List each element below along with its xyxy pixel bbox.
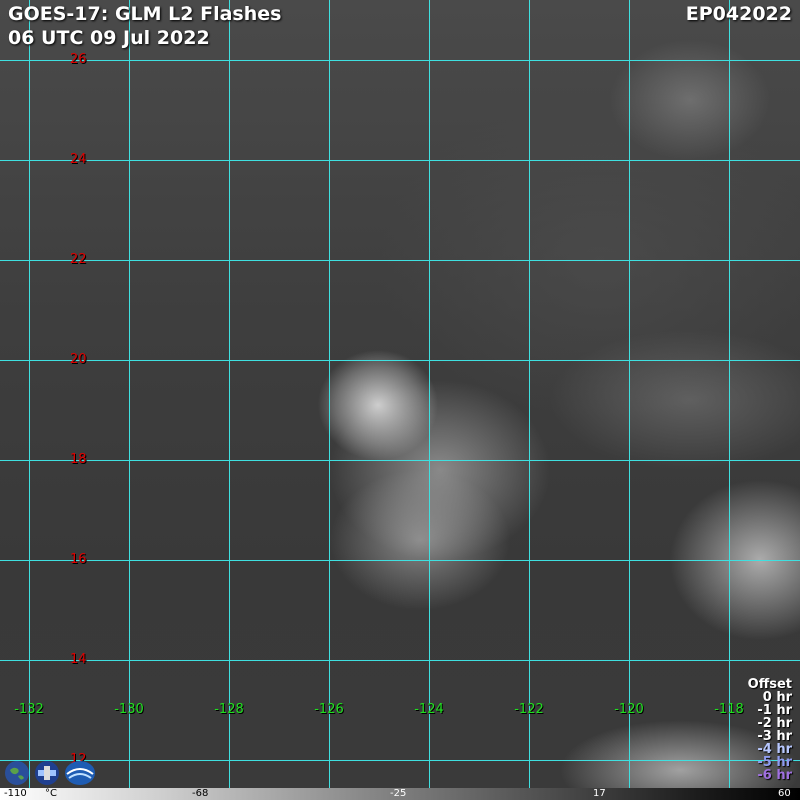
- latitude-gridline: [0, 160, 800, 161]
- agency-logo: [65, 761, 95, 785]
- lat-label: 20: [70, 352, 87, 367]
- longitude-gridline: [129, 0, 130, 800]
- longitude-gridline: [729, 0, 730, 800]
- colorbar-tick: 60: [778, 788, 791, 799]
- latitude-gridline: [0, 560, 800, 561]
- latitude-gridline: [0, 260, 800, 261]
- satellite-image: 26 24 22 20 18 16 14 12 -132 -130 -128 -…: [0, 0, 800, 800]
- lat-label: 16: [70, 552, 87, 567]
- longitude-gridline: [29, 0, 30, 800]
- earth-logo: [5, 761, 29, 785]
- longitude-gridline: [629, 0, 630, 800]
- lat-label: 26: [70, 52, 87, 67]
- lat-label: 24: [70, 152, 87, 167]
- lon-label: -126: [314, 702, 344, 717]
- temperature-colorbar: -110 °C -68 -25 17 60: [0, 788, 800, 800]
- lon-label: -132: [14, 702, 44, 717]
- colorbar-tick: 17: [593, 788, 606, 799]
- latitude-gridline: [0, 60, 800, 61]
- longitude-gridline: [429, 0, 430, 800]
- latitude-gridline: [0, 760, 800, 761]
- product-name: GOES-17: GLM L2 Flashes: [8, 3, 282, 25]
- longitude-gridline: [229, 0, 230, 800]
- offset-legend: Offset 0 hr -1 hr -2 hr -3 hr -4 hr -5 h…: [748, 678, 792, 782]
- colorbar-tick: -110: [4, 788, 27, 799]
- lon-label: -122: [514, 702, 544, 717]
- lat-label: 14: [70, 652, 87, 667]
- valid-time: 06 UTC 09 Jul 2022: [8, 27, 210, 49]
- lon-label: -120: [614, 702, 644, 717]
- satellite-logo: [35, 761, 59, 785]
- latitude-gridline: [0, 460, 800, 461]
- longitude-gridline: [329, 0, 330, 800]
- offset-item: -6 hr: [757, 768, 792, 783]
- colorbar-tick: -68: [192, 788, 209, 799]
- product-title: GOES-17: GLM L2 Flashes 06 UTC 09 Jul 20…: [8, 2, 281, 50]
- storm-id: EP042022: [685, 3, 792, 25]
- lon-label: -130: [114, 702, 144, 717]
- lon-label: -124: [414, 702, 444, 717]
- colorbar-tick: -25: [390, 788, 407, 799]
- longitude-gridline: [529, 0, 530, 800]
- lat-label: 18: [70, 452, 87, 467]
- latitude-gridline: [0, 660, 800, 661]
- colorbar-unit: °C: [45, 788, 57, 799]
- lon-label: -128: [214, 702, 244, 717]
- logo-strip: [4, 758, 96, 788]
- lat-label: 22: [70, 252, 87, 267]
- lon-label: -118: [714, 702, 744, 717]
- latitude-gridline: [0, 360, 800, 361]
